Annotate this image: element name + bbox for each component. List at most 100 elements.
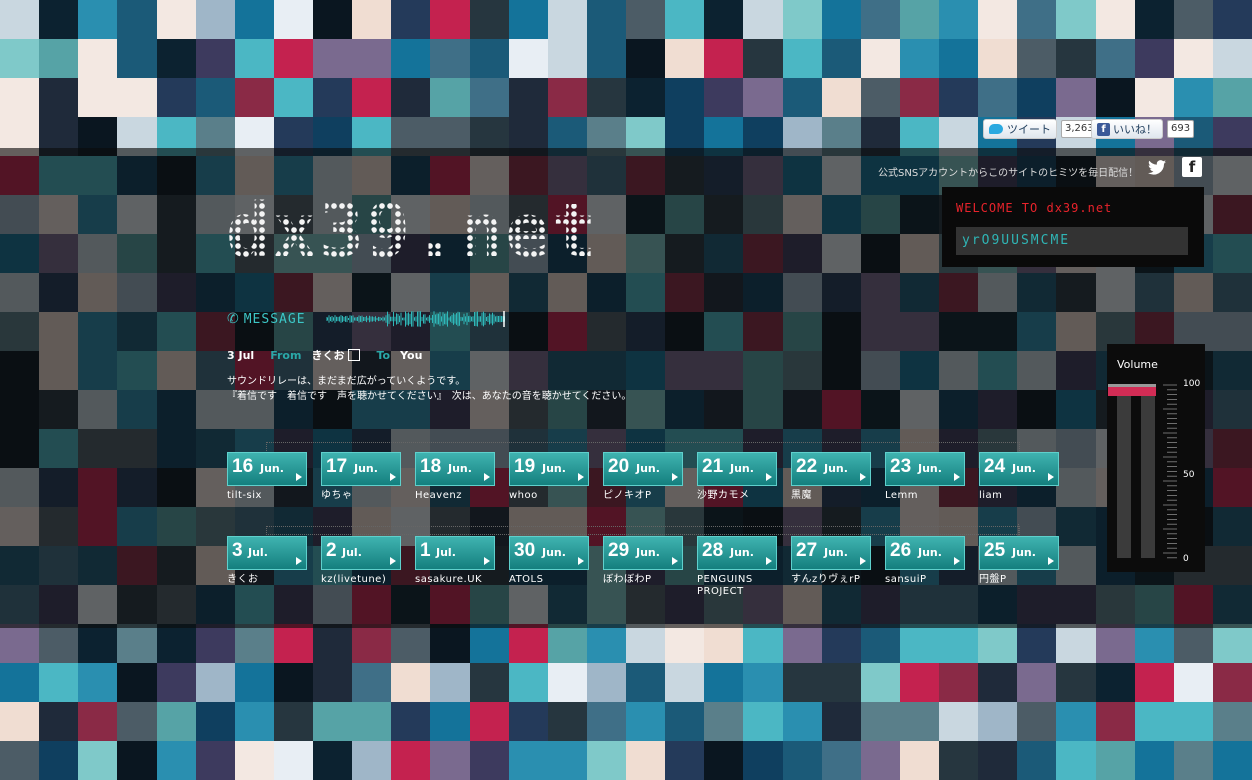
artist-name[interactable]: Heavenz [415,490,495,502]
day-tile[interactable]: 18 Jun. [415,452,495,486]
day-tile[interactable]: 25 Jun. [979,536,1059,570]
phone-icon: ✆ [227,311,239,327]
day-tile[interactable]: 27 Jun. [791,536,871,570]
artist-name[interactable]: PENGUINS PROJECT [697,574,777,598]
artist-name[interactable]: sasakure.UK [415,574,495,586]
day-tile[interactable]: 28 Jun. [697,536,777,570]
facebook-icon[interactable]: f [1182,157,1202,177]
message-line-2: 『着信です 着信です 声を聴かせてください』 次は、あなたの音を聴かせてください… [227,391,632,402]
artist-name[interactable]: whoo [509,490,589,502]
artist-name[interactable]: ぼわぼわP [603,574,683,586]
day-number: 24 [984,456,1006,477]
day-tile[interactable]: 19 Jun. [509,452,589,486]
volume-mid-label: 50 [1183,470,1195,480]
relay-day[interactable]: 22 Jun. 黒魔 [791,452,871,502]
day-month: Jun. [730,546,754,559]
day-month: Jun. [542,546,566,559]
day-tile[interactable]: 2 Jul. [321,536,401,570]
tweet-widget: ツイート 3,263 [983,119,1098,139]
message-player[interactable]: ✆ MESSAGE [227,310,506,328]
play-arrow-icon [296,557,302,565]
day-number: 20 [608,456,630,477]
play-arrow-icon [578,473,584,481]
like-widget: f いいね！ 693 [1091,119,1195,139]
day-tile[interactable]: 30 Jun. [509,536,589,570]
artist-name[interactable]: ピノキオP [603,490,683,502]
day-tile[interactable]: 29 Jun. [603,536,683,570]
artist-name[interactable]: sansuiP [885,574,965,586]
relay-day[interactable]: 24 Jun. liam [979,452,1059,502]
play-arrow-icon [296,473,302,481]
profile-card-icon[interactable] [348,349,361,361]
artist-name[interactable]: きくお [227,574,307,586]
artist-name[interactable]: すんzりヴぇrP [791,574,871,586]
relay-day[interactable]: 19 Jun. whoo [509,452,589,502]
day-number: 28 [702,540,724,561]
day-number: 25 [984,540,1006,561]
relay-day[interactable]: 2 Jul. kz(livetune) [321,536,401,586]
day-number: 29 [608,540,630,561]
artist-name[interactable]: kz(livetune) [321,574,401,586]
day-month: Jul. [436,546,456,559]
message-body: サウンドリレーは、まだまだ広がっていくようです。 『着信です 着信です 声を聴か… [227,374,631,404]
relay-day[interactable]: 16 Jun. tilt-six [227,452,307,502]
site-logo[interactable]: dx39.net [226,186,598,276]
play-arrow-icon [484,473,490,481]
artist-name[interactable]: Lemm [885,490,965,502]
day-number: 1 [420,540,431,561]
artist-name[interactable]: 黒魔 [791,490,871,502]
artist-name[interactable]: liam [979,490,1059,502]
day-month: Jun. [636,462,660,475]
day-tile[interactable]: 26 Jun. [885,536,965,570]
day-month: Jul. [342,546,362,559]
relay-day[interactable]: 25 Jun. 円盤P [979,536,1059,586]
relay-day[interactable]: 28 Jun. PENGUINS PROJECT [697,536,777,598]
day-month: Jun. [730,462,754,475]
tweet-label: ツイート [1007,123,1051,136]
relay-day[interactable]: 3 Jul. きくお [227,536,307,586]
message-date: 3 Jul [227,348,255,362]
like-button[interactable]: f いいね！ [1091,119,1163,139]
day-month: Jun. [260,462,284,475]
volume-title: Volume [1117,358,1158,371]
volume-scale [1163,384,1177,559]
relay-day[interactable]: 30 Jun. ATOLS [509,536,589,586]
relay-day[interactable]: 27 Jun. すんzりヴぇrP [791,536,871,586]
relay-day[interactable]: 26 Jun. sansuiP [885,536,965,586]
relay-day[interactable]: 21 Jun. 沙野カモメ [697,452,777,502]
day-tile[interactable]: 22 Jun. [791,452,871,486]
day-tile[interactable]: 3 Jul. [227,536,307,570]
day-tile[interactable]: 21 Jun. [697,452,777,486]
artist-name[interactable]: ATOLS [509,574,589,586]
artist-name[interactable]: 沙野カモメ [697,490,777,502]
relay-day[interactable]: 17 Jun. ゆちゃ [321,452,401,502]
day-number: 19 [514,456,536,477]
relay-day[interactable]: 20 Jun. ピノキオP [603,452,683,502]
volume-slider-knob[interactable] [1108,384,1156,396]
twitter-bird-icon [989,124,1003,134]
day-tile[interactable]: 24 Jun. [979,452,1059,486]
tweet-button[interactable]: ツイート [983,119,1057,139]
message-sender[interactable]: きくお [311,347,344,363]
message-line-1: サウンドリレーは、まだまだ広がっていくようです。 [227,376,466,387]
like-label: いいね！ [1113,123,1157,136]
twitter-icon[interactable] [1147,157,1167,177]
artist-name[interactable]: ゆちゃ [321,490,401,502]
day-tile[interactable]: 17 Jun. [321,452,401,486]
day-number: 23 [890,456,912,477]
relay-day[interactable]: 1 Jul. sasakure.UK [415,536,495,586]
relay-day[interactable]: 23 Jun. Lemm [885,452,965,502]
relay-day[interactable]: 18 Jun. Heavenz [415,452,495,502]
play-arrow-icon [954,557,960,565]
artist-name[interactable]: 円盤P [979,574,1059,586]
relay-day[interactable]: 29 Jun. ぼわぼわP [603,536,683,586]
welcome-title: WELCOME TO dx39.net [956,201,1113,215]
day-tile[interactable]: 20 Jun. [603,452,683,486]
artist-name[interactable]: tilt-six [227,490,307,502]
day-tile[interactable]: 23 Jun. [885,452,965,486]
day-tile[interactable]: 1 Jul. [415,536,495,570]
waveform-graphic[interactable] [325,310,506,328]
day-month: Jun. [1012,546,1036,559]
play-arrow-icon [578,557,584,565]
day-tile[interactable]: 16 Jun. [227,452,307,486]
